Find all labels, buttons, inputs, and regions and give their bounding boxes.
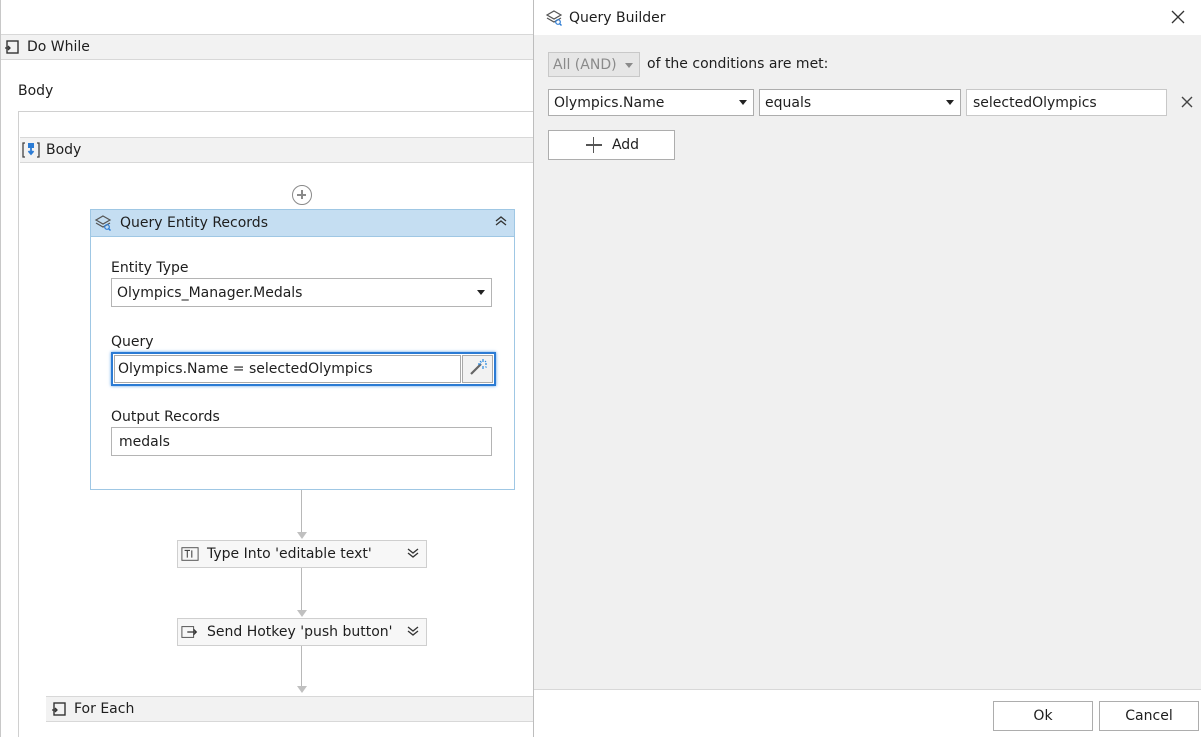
condition-field-value: Olympics.Name — [554, 94, 665, 111]
body-sequence-title: Body — [46, 142, 82, 158]
connector-line — [301, 490, 302, 532]
entity-query-icon — [545, 9, 563, 27]
conditions-text: of the conditions are met: — [647, 56, 829, 72]
body-label: Body — [18, 83, 54, 99]
query-builder-dialog: Query Builder All (AND) of the condition… — [533, 0, 1201, 737]
chevron-down-icon — [739, 100, 747, 105]
plus-icon — [584, 135, 604, 155]
expand-icon[interactable] — [406, 624, 420, 641]
loop-icon — [50, 700, 68, 718]
body-sequence-header[interactable]: Body — [20, 137, 535, 163]
condition-value-text: selectedOlympics — [973, 94, 1097, 111]
connector-arrow — [297, 610, 307, 617]
remove-condition-icon[interactable] — [1177, 92, 1197, 112]
type-into-icon — [181, 545, 199, 563]
entity-type-dropdown[interactable]: Olympics_Manager.Medals — [111, 278, 492, 307]
send-hotkey-icon — [181, 623, 199, 641]
add-condition-button[interactable]: Add — [548, 130, 675, 160]
connector-arrow — [297, 686, 307, 693]
query-value: Olympics.Name = selectedOlympics — [118, 361, 373, 377]
magic-wand-icon — [468, 357, 488, 381]
ok-button[interactable]: Ok — [993, 701, 1093, 731]
connector-line — [301, 646, 302, 688]
output-records-label: Output Records — [111, 409, 220, 425]
combinator-value: All (AND) — [553, 56, 617, 73]
query-field-focused: Olympics.Name = selectedOlympics — [111, 352, 496, 386]
query-entity-records-title: Query Entity Records — [120, 215, 268, 231]
dialog-titlebar[interactable]: Query Builder — [534, 0, 1201, 35]
add-condition-label: Add — [611, 137, 640, 153]
send-hotkey-title: Send Hotkey 'push button' — [207, 624, 393, 640]
cancel-button[interactable]: Cancel — [1099, 701, 1199, 731]
query-label: Query — [111, 334, 154, 350]
dialog-title: Query Builder — [569, 9, 666, 26]
type-into-title: Type Into 'editable text' — [207, 546, 372, 562]
query-input[interactable]: Olympics.Name = selectedOlympics — [114, 355, 461, 383]
condition-value-input[interactable]: selectedOlympics — [966, 89, 1167, 116]
query-builder-button[interactable] — [462, 355, 493, 383]
chevron-down-icon — [625, 63, 633, 68]
query-entity-records-header[interactable]: Query Entity Records — [91, 210, 514, 237]
do-while-title: Do While — [27, 39, 90, 55]
do-while-header[interactable]: Do While — [1, 34, 535, 60]
collapse-icon[interactable] — [492, 214, 510, 232]
close-icon[interactable] — [1169, 8, 1187, 26]
type-into-activity[interactable]: Type Into 'editable text' — [177, 540, 427, 568]
condition-field-dropdown[interactable]: Olympics.Name — [548, 89, 754, 116]
connector-line — [301, 568, 302, 610]
combinator-dropdown[interactable]: All (AND) — [548, 52, 640, 77]
loop-icon — [3, 38, 21, 56]
condition-operator-value: equals — [765, 94, 812, 111]
output-records-input[interactable]: medals — [111, 427, 492, 456]
entity-type-value: Olympics_Manager.Medals — [117, 284, 303, 301]
query-entity-records-activity[interactable]: Query Entity Records Entity Type Olympic… — [90, 209, 515, 490]
for-each-title: For Each — [74, 701, 135, 717]
entity-type-label: Entity Type — [111, 260, 189, 276]
query-builder-content: All (AND) of the conditions are met: Oly… — [534, 35, 1201, 689]
for-each-header[interactable]: For Each — [46, 696, 535, 722]
entity-query-icon — [94, 214, 112, 232]
chevron-down-icon — [477, 290, 485, 295]
add-activity-icon[interactable] — [292, 185, 312, 205]
sequence-icon — [22, 141, 40, 159]
condition-operator-dropdown[interactable]: equals — [759, 89, 961, 116]
send-hotkey-activity[interactable]: Send Hotkey 'push button' — [177, 618, 427, 646]
expand-icon[interactable] — [406, 546, 420, 563]
dialog-footer: Ok Cancel — [534, 689, 1201, 737]
output-records-value: medals — [119, 433, 170, 450]
chevron-down-icon — [946, 100, 954, 105]
connector-arrow — [297, 532, 307, 539]
